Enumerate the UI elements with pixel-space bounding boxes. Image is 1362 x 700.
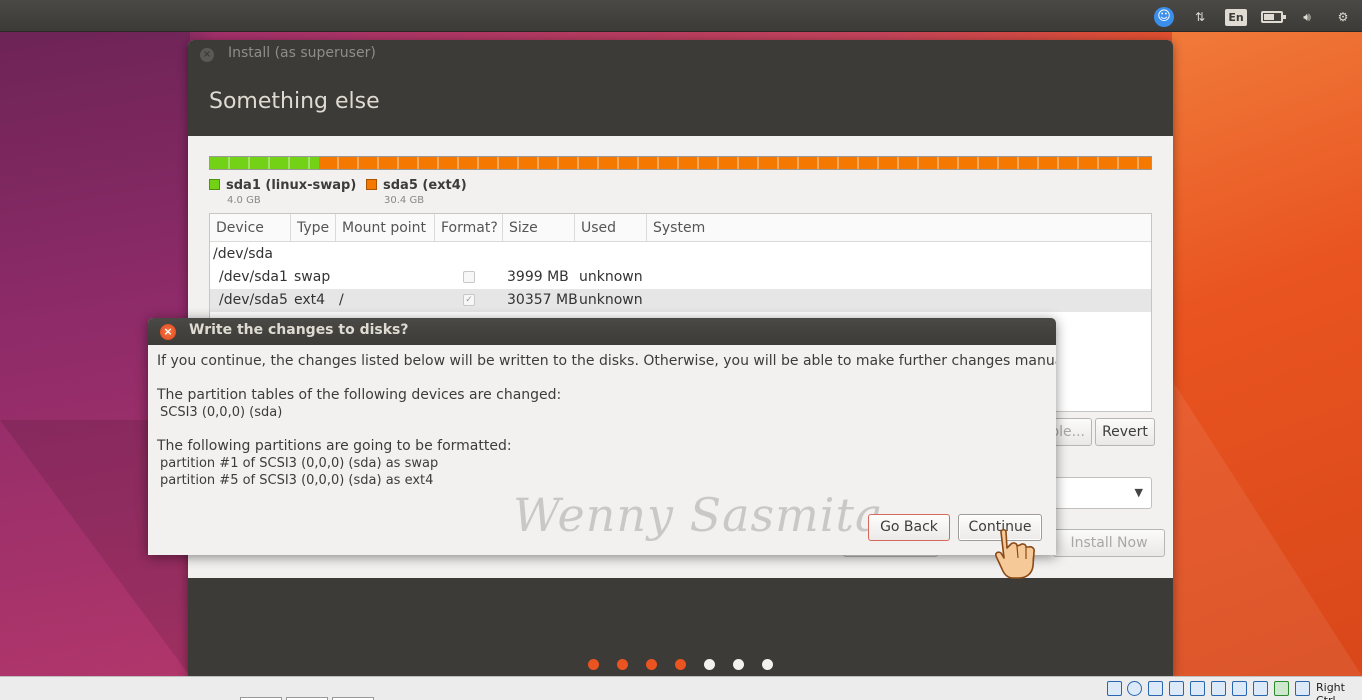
- optical-drive-icon[interactable]: [1127, 681, 1142, 696]
- used-cell: unknown: [579, 292, 643, 308]
- display-icon[interactable]: [1232, 681, 1247, 696]
- system-gear-icon[interactable]: ⚙: [1332, 6, 1354, 28]
- window-title: Install (as superuser): [228, 45, 376, 61]
- legend-swatch-icon: [366, 179, 377, 190]
- install-now-button[interactable]: Install Now: [1053, 529, 1165, 557]
- format-checkbox-checked[interactable]: ✓: [463, 294, 475, 306]
- table-row[interactable]: /dev/sda1 swap 3999 MB unknown: [210, 266, 1151, 289]
- hand-cursor-icon: [995, 528, 1035, 579]
- changed-device-item: SCSI3 (0,0,0) (sda): [160, 405, 283, 420]
- legend-name: sda1 (linux-swap): [226, 178, 357, 193]
- progress-dot-done: [617, 659, 628, 670]
- partition-segment: [319, 157, 1151, 169]
- progress-dot-done: [646, 659, 657, 670]
- progress-dot-done: [675, 659, 686, 670]
- mount-cell: /: [339, 292, 344, 308]
- progress-dot-done: [588, 659, 599, 670]
- partition-tables-heading: The partition tables of the following de…: [157, 387, 562, 403]
- top-panel: ☺ ⇅ En 🔊︎ ⚙: [0, 0, 1362, 32]
- host-key-label: Right Ctrl: [1316, 681, 1345, 700]
- legend-size: 30.4 GB: [384, 195, 425, 206]
- legend-name: sda5 (ext4): [383, 178, 467, 193]
- column-header-size[interactable]: Size: [503, 214, 575, 242]
- partition-bar: [209, 156, 1152, 170]
- usb-icon[interactable]: [1190, 681, 1205, 696]
- device-cell: /dev/sda5: [219, 292, 288, 308]
- column-header-type[interactable]: Type: [291, 214, 336, 242]
- progress-dot-pending: [762, 659, 773, 670]
- device-cell: /dev/sda1: [219, 269, 288, 285]
- column-header-system[interactable]: System: [647, 214, 1151, 242]
- vm-status-bar: Right Ctrl: [0, 676, 1362, 700]
- progress-dot-pending: [733, 659, 744, 670]
- size-cell: 30357 MB: [507, 292, 578, 308]
- legend-size: 4.0 GB: [227, 195, 261, 206]
- write-changes-dialog: × Write the changes to disks? If you con…: [148, 318, 1056, 555]
- partition-segment: [210, 157, 320, 169]
- progress-dot-pending: [704, 659, 715, 670]
- accessibility-icon[interactable]: ☺: [1153, 6, 1175, 28]
- chevron-down-icon: ▼: [1134, 486, 1143, 499]
- wallpaper-shard: [1172, 380, 1362, 676]
- installer-header: × Install (as superuser) Something else: [188, 40, 1173, 136]
- table-row[interactable]: /dev/sda: [210, 243, 1151, 266]
- column-header-used[interactable]: Used: [575, 214, 647, 242]
- revert-button[interactable]: Revert: [1095, 418, 1155, 446]
- go-back-button[interactable]: Go Back: [868, 514, 950, 541]
- page-title: Something else: [209, 89, 380, 114]
- legend-swatch-icon: [209, 179, 220, 190]
- hard-disk-icon[interactable]: [1107, 681, 1122, 696]
- dialog-title: Write the changes to disks?: [189, 322, 409, 338]
- cpu-icon[interactable]: [1274, 681, 1289, 696]
- battery-icon[interactable]: [1258, 6, 1286, 28]
- dialog-titlebar: × Write the changes to disks?: [148, 318, 1056, 345]
- column-header-mount[interactable]: Mount point: [336, 214, 435, 242]
- close-icon[interactable]: ×: [160, 324, 176, 340]
- formatted-item: partition #1 of SCSI3 (0,0,0) (sda) as s…: [160, 456, 439, 471]
- type-cell: swap: [294, 269, 331, 285]
- type-cell: ext4: [294, 292, 326, 308]
- keyboard-language-indicator[interactable]: En: [1225, 6, 1247, 28]
- legend-item-sda1: sda1 (linux-swap) 4.0 GB: [209, 178, 356, 206]
- format-checkbox[interactable]: [463, 271, 475, 283]
- legend-item-sda5: sda5 (ext4) 30.4 GB: [366, 178, 467, 206]
- mouse-integration-icon[interactable]: [1295, 681, 1310, 696]
- dialog-message: If you continue, the changes listed belo…: [157, 353, 1056, 369]
- audio-icon[interactable]: [1148, 681, 1163, 696]
- table-header: Device Type Mount point Format? Size Use…: [210, 214, 1151, 242]
- shared-folders-icon[interactable]: [1211, 681, 1226, 696]
- network-adapter-icon[interactable]: [1169, 681, 1184, 696]
- column-header-device[interactable]: Device: [210, 214, 291, 242]
- used-cell: unknown: [579, 269, 643, 285]
- formatted-heading: The following partitions are going to be…: [157, 438, 512, 454]
- video-capture-icon[interactable]: [1253, 681, 1268, 696]
- size-cell: 3999 MB: [507, 269, 569, 285]
- volume-icon[interactable]: 🔊︎: [1296, 6, 1318, 28]
- progress-area: [188, 578, 1173, 676]
- device-cell: /dev/sda: [213, 246, 273, 262]
- table-row-selected[interactable]: /dev/sda5 ext4 / ✓ 30357 MB unknown: [210, 289, 1151, 312]
- boot-loader-device-select[interactable]: ▼: [1048, 477, 1152, 509]
- column-header-format[interactable]: Format?: [435, 214, 503, 242]
- watermark: Wenny Sasmita: [513, 488, 884, 542]
- window-close-icon[interactable]: ×: [200, 48, 214, 62]
- network-icon[interactable]: ⇅: [1189, 6, 1211, 28]
- formatted-item: partition #5 of SCSI3 (0,0,0) (sda) as e…: [160, 473, 434, 488]
- language-label: En: [1225, 8, 1247, 26]
